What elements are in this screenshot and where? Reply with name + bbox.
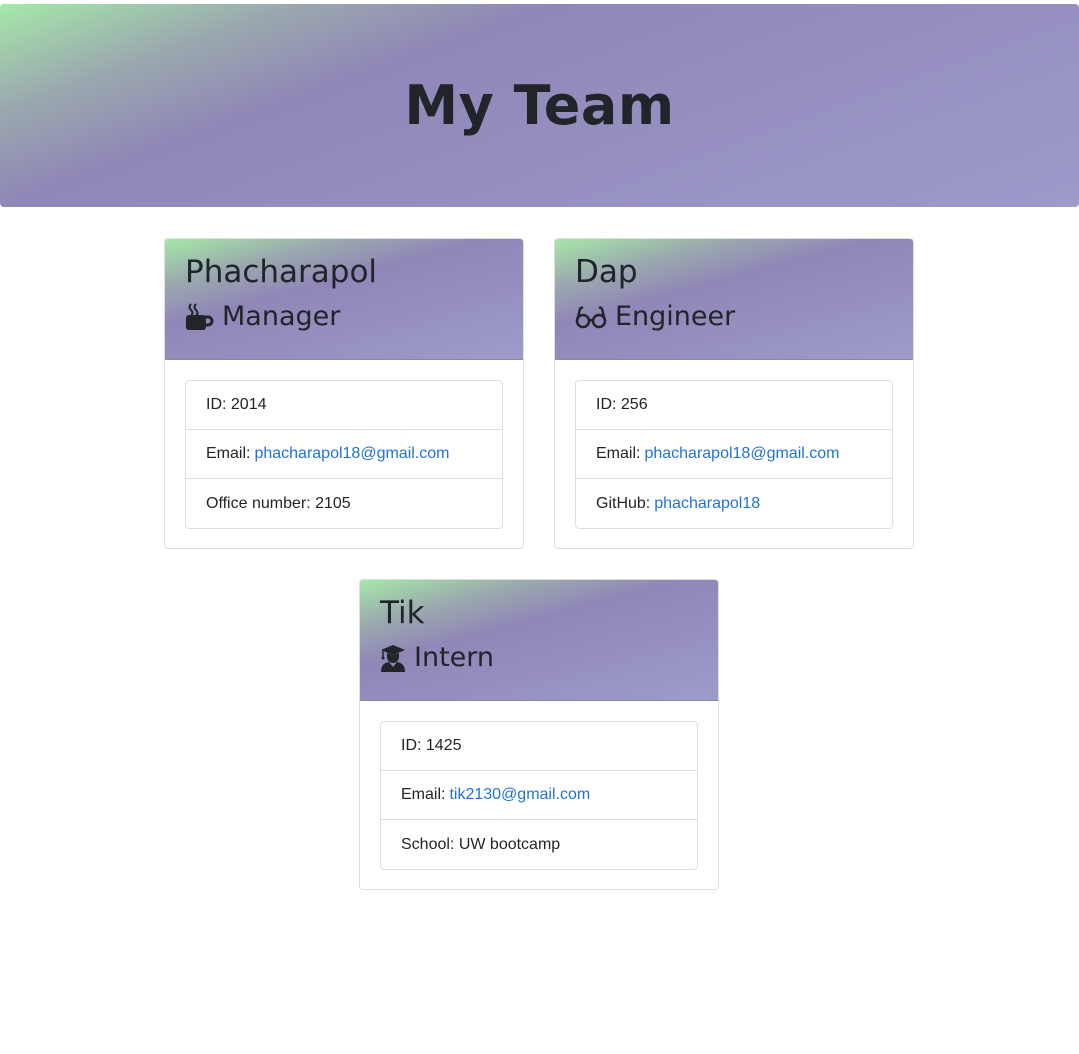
employee-id: ID: 256 (576, 381, 892, 430)
github-row: GitHub: phacharapol18 (576, 479, 892, 528)
employee-card-engineer: Dap Engineer ID: 256 Email: phacharapol1… (554, 238, 914, 549)
email-label: Email: (596, 445, 641, 462)
email-link[interactable]: phacharapol18@gmail.com (644, 445, 839, 463)
email-label: Email: (401, 786, 446, 803)
employee-name: Dap (575, 254, 638, 290)
employee-email-row: Email: phacharapol18@gmail.com (186, 430, 502, 479)
header-jumbotron: My Team (0, 4, 1079, 207)
employee-details-list: ID: 256 Email: phacharapol18@gmail.com G… (575, 380, 893, 529)
graduate-icon (381, 645, 405, 672)
employee-name: Tik (380, 595, 425, 631)
employee-role: Manager (185, 301, 503, 333)
employee-details-list: ID: 2014 Email: phacharapol18@gmail.com … (185, 380, 503, 529)
employee-id: ID: 1425 (381, 722, 697, 771)
employee-role-label: Intern (414, 642, 495, 673)
glasses-icon (575, 306, 607, 329)
employee-role-label: Manager (222, 301, 341, 332)
employee-email-row: Email: phacharapol18@gmail.com (576, 430, 892, 479)
office-number: Office number: 2105 (206, 494, 351, 512)
employee-role-label: Engineer (615, 301, 736, 332)
employee-card-intern: Tik Intern ID: 1425 Email: tik2130@gmail… (359, 579, 719, 890)
employee-role: Intern (380, 642, 698, 674)
employee-details-list: ID: 1425 Email: tik2130@gmail.com School… (380, 721, 698, 870)
school: School: UW bootcamp (401, 835, 561, 853)
email-label: Email: (206, 445, 251, 462)
card-header: Phacharapol Manager (165, 239, 523, 360)
card-header: Dap Engineer (555, 239, 913, 360)
page-title: My Team (404, 74, 675, 137)
employee-card-manager: Phacharapol Manager ID: 2014 Email: phac… (164, 238, 524, 549)
email-link[interactable]: phacharapol18@gmail.com (254, 445, 449, 463)
email-link[interactable]: tik2130@gmail.com (449, 786, 590, 804)
card-header: Tik Intern (360, 580, 718, 701)
employee-name: Phacharapol (185, 254, 378, 290)
employee-email-row: Email: tik2130@gmail.com (381, 771, 697, 820)
github-link[interactable]: phacharapol18 (654, 495, 760, 513)
employee-id: ID: 2014 (186, 381, 502, 430)
coffee-icon (186, 303, 214, 330)
employee-role: Engineer (575, 301, 893, 333)
github-label: GitHub: (596, 494, 651, 512)
